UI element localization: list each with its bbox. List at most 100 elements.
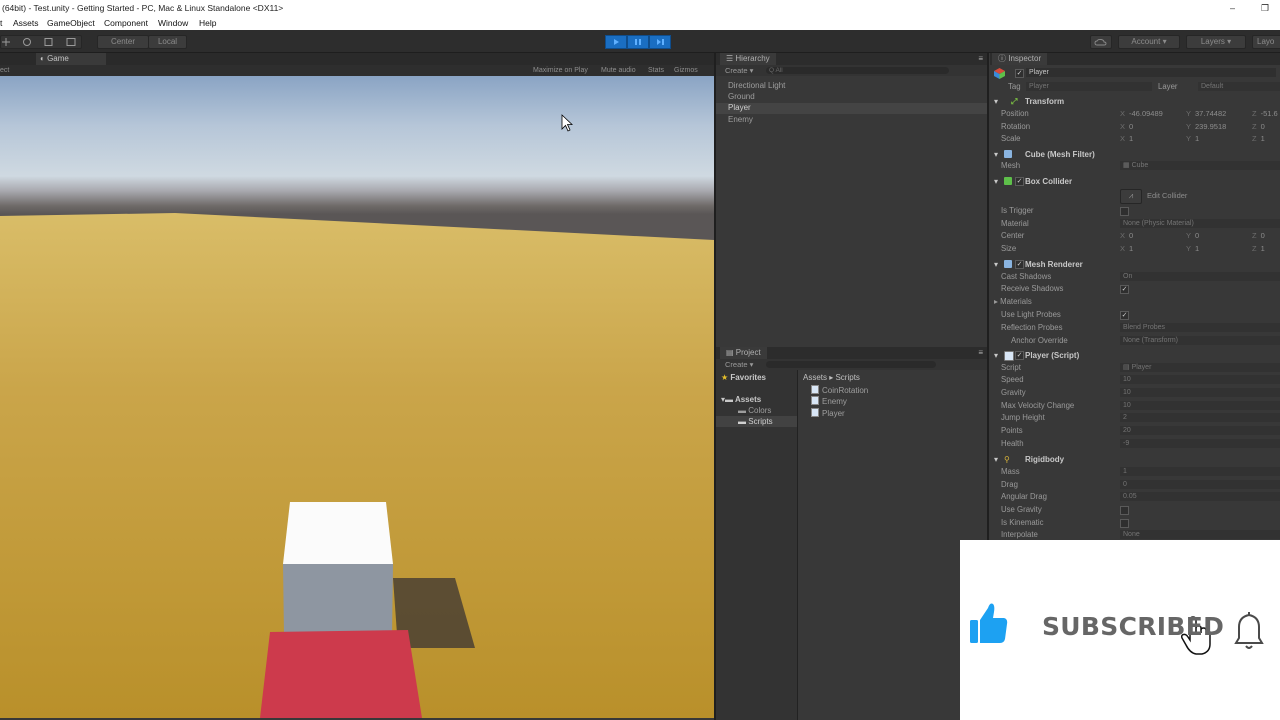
gizmos-dropdown[interactable]: Gizmos xyxy=(674,65,698,76)
subscribed-label[interactable]: SUBSCRIBED xyxy=(1042,612,1224,641)
hierarchy-item[interactable]: Directional Light xyxy=(728,81,785,90)
panel-menu-icon[interactable]: ≡ xyxy=(978,53,983,65)
is-trigger-checkbox[interactable] xyxy=(1120,207,1129,216)
move-tool-icon xyxy=(2,38,10,46)
favorites-folder[interactable]: ★ Favorites xyxy=(721,373,766,382)
gameobject-active-checkbox[interactable]: ✓ xyxy=(1015,69,1024,78)
tag-dropdown[interactable]: Player xyxy=(1026,82,1152,91)
menu-item-edit-fragment[interactable]: t xyxy=(0,16,2,30)
jump-height-field[interactable]: 2 xyxy=(1120,413,1280,422)
hierarchy-create-dropdown[interactable]: Create ▾ xyxy=(725,65,753,76)
hierarchy-search-input[interactable]: Q All xyxy=(766,67,949,74)
cloud-button[interactable] xyxy=(1090,35,1112,49)
component-enabled-checkbox[interactable]: ✓ xyxy=(1015,351,1024,360)
tab-inspector[interactable]: ⓘ Inspector xyxy=(992,53,1048,65)
scale-z-field[interactable]: Z1 xyxy=(1252,134,1265,143)
step-button[interactable] xyxy=(649,35,671,49)
panel-menu-icon[interactable]: ≡ xyxy=(978,347,983,359)
cast-shadows-dropdown[interactable]: On xyxy=(1120,272,1280,281)
position-y-field[interactable]: Y 37.74482 xyxy=(1186,109,1226,118)
account-dropdown[interactable]: Account ▾ xyxy=(1118,35,1180,49)
health-field[interactable]: -9 xyxy=(1120,439,1280,448)
box-collider-header[interactable]: ▾ ✓ Box Collider xyxy=(990,175,1280,188)
center-z-field[interactable]: Z0 xyxy=(1252,231,1265,240)
component-enabled-checkbox[interactable]: ✓ xyxy=(1015,177,1024,186)
size-y-field[interactable]: Y1 xyxy=(1186,244,1199,253)
center-y-field[interactable]: Y0 xyxy=(1186,231,1199,240)
center-x-field[interactable]: X0 xyxy=(1120,231,1133,240)
rotation-z-field[interactable]: Z0 xyxy=(1252,122,1265,131)
mesh-field[interactable]: ▦ Cube xyxy=(1120,161,1280,170)
angular-drag-field[interactable]: 0.05 xyxy=(1120,492,1280,501)
minimize-button[interactable]: – xyxy=(1230,0,1235,16)
menu-item-component[interactable]: Component xyxy=(104,16,148,30)
max-velocity-field[interactable]: 10 xyxy=(1120,401,1280,410)
tab-game[interactable]: ◐ Game xyxy=(36,53,106,65)
project-breadcrumb[interactable]: Assets ▸ Scripts xyxy=(803,373,860,382)
folder-item-selected[interactable]: ▬ Scripts xyxy=(738,417,773,426)
tab-project[interactable]: ▤ Project xyxy=(720,347,767,359)
position-z-field[interactable]: Z -51.6 xyxy=(1252,109,1278,118)
scale-x-field[interactable]: X1 xyxy=(1120,134,1133,143)
object-name-field[interactable]: Player xyxy=(1026,68,1276,77)
splitter[interactable] xyxy=(987,53,989,543)
project-search-input[interactable] xyxy=(766,361,936,368)
script-file[interactable]: Player xyxy=(811,408,845,418)
project-create-dropdown[interactable]: Create ▾ xyxy=(725,359,753,370)
script-file[interactable]: CoinRotation xyxy=(811,385,868,395)
menu-item-window[interactable]: Window xyxy=(158,16,188,30)
menu-item-help[interactable]: Help xyxy=(199,16,216,30)
is-kinematic-checkbox[interactable] xyxy=(1120,519,1129,528)
mass-field[interactable]: 1 xyxy=(1120,467,1280,476)
folder-item[interactable]: ▬ Colors xyxy=(738,406,771,415)
hierarchy-item[interactable]: Enemy xyxy=(728,115,753,124)
edit-collider-button[interactable]: ⩘ xyxy=(1120,189,1142,204)
rotation-y-field[interactable]: Y 239.9518 xyxy=(1186,122,1226,131)
transform-header[interactable]: ▾ ⤢ Transform xyxy=(990,95,1280,108)
layout-dropdown[interactable]: Layo xyxy=(1252,35,1280,49)
restore-button[interactable]: ❐ xyxy=(1261,0,1269,16)
mute-audio-toggle[interactable]: Mute audio xyxy=(601,65,636,76)
light-probes-checkbox[interactable]: ✓ xyxy=(1120,311,1129,320)
interpolate-dropdown[interactable]: None xyxy=(1120,530,1280,539)
assets-folder[interactable]: ▾▬ Assets xyxy=(721,395,761,404)
game-viewport[interactable] xyxy=(0,76,714,718)
gravity-field[interactable]: 10 xyxy=(1120,388,1280,397)
size-x-field[interactable]: X1 xyxy=(1120,244,1133,253)
pivot-local-toggle[interactable]: Local xyxy=(148,35,187,49)
pause-button[interactable] xyxy=(627,35,649,49)
mesh-renderer-header[interactable]: ▾ ✓ Mesh Renderer xyxy=(990,258,1280,271)
player-script-header[interactable]: ▾ ✓ Player (Script) xyxy=(990,349,1280,362)
points-field[interactable]: 20 xyxy=(1120,426,1280,435)
menu-item-gameobject[interactable]: GameObject xyxy=(47,16,95,30)
aspect-dropdown[interactable]: ect xyxy=(0,65,9,76)
drag-field[interactable]: 0 xyxy=(1120,480,1280,489)
layers-dropdown[interactable]: Layers ▾ xyxy=(1186,35,1246,49)
position-x-field[interactable]: X -46.09489 xyxy=(1120,109,1163,118)
anchor-override-field[interactable]: None (Transform) xyxy=(1120,336,1280,345)
scale-y-field[interactable]: Y1 xyxy=(1186,134,1199,143)
component-enabled-checkbox[interactable]: ✓ xyxy=(1015,260,1024,269)
script-file[interactable]: Enemy xyxy=(811,396,847,406)
material-field[interactable]: None (Physic Material) xyxy=(1120,219,1280,228)
hierarchy-item[interactable]: Ground xyxy=(728,92,755,101)
layer-dropdown[interactable]: Default xyxy=(1198,82,1280,91)
receive-shadows-checkbox[interactable]: ✓ xyxy=(1120,285,1129,294)
rotation-x-field[interactable]: X0 xyxy=(1120,122,1133,131)
maximize-on-play-toggle[interactable]: Maximize on Play xyxy=(533,65,588,76)
materials-foldout[interactable]: ▸ Materials xyxy=(994,297,1032,306)
size-z-field[interactable]: Z1 xyxy=(1252,244,1265,253)
tab-hierarchy[interactable]: ☰ Hierarchy xyxy=(720,53,776,65)
rigidbody-header[interactable]: ▾ ⚲ Rigidbody xyxy=(990,453,1280,466)
stats-toggle[interactable]: Stats xyxy=(648,65,664,76)
speed-field[interactable]: 10 xyxy=(1120,375,1280,384)
component-title: Box Collider xyxy=(1025,177,1073,186)
reflection-probes-dropdown[interactable]: Blend Probes xyxy=(1120,323,1280,332)
menu-item-assets[interactable]: Assets xyxy=(13,16,39,30)
pivot-center-toggle[interactable]: Center xyxy=(97,35,149,49)
mesh-filter-header[interactable]: ▾ Cube (Mesh Filter) xyxy=(990,148,1280,161)
use-gravity-checkbox[interactable] xyxy=(1120,506,1129,515)
play-button[interactable] xyxy=(605,35,627,49)
script-field[interactable]: ▤ Player xyxy=(1120,363,1280,372)
hierarchy-item-selected[interactable]: Player xyxy=(728,103,751,112)
